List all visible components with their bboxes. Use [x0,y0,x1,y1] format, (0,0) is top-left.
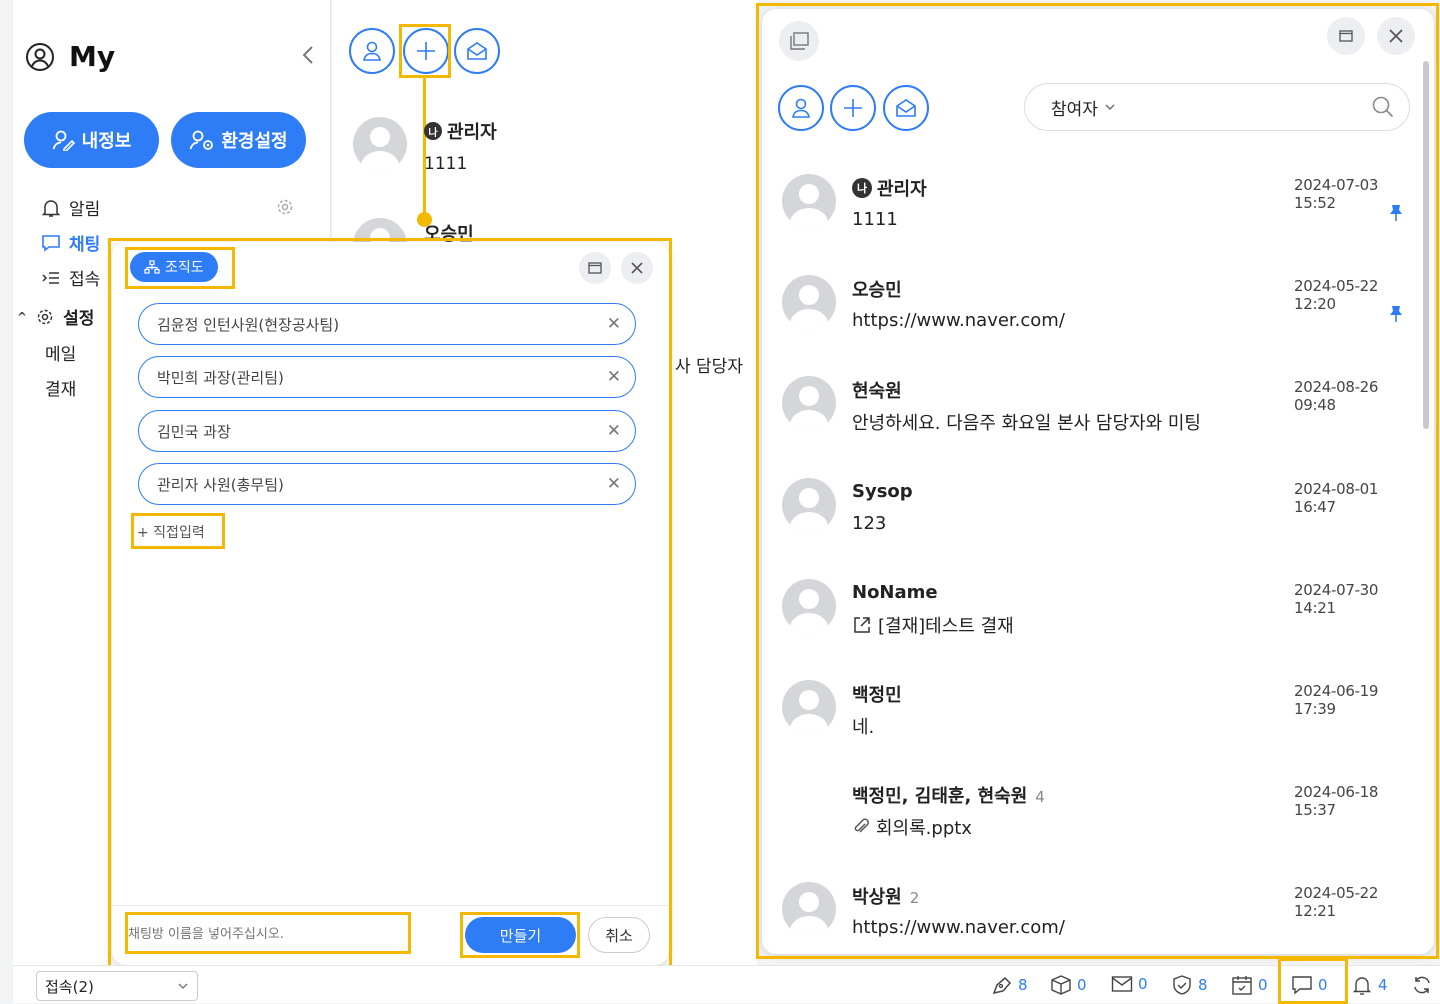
sidebar-title: My [69,40,116,73]
sidebar-item-approval[interactable]: 결재 [45,375,76,400]
profile-button[interactable]: 내정보 [24,112,159,168]
connection-select-label: 접속(2) [45,977,94,996]
dialog-highlight-box [108,238,672,969]
counter-value: 0 [1077,976,1087,994]
gear-icon[interactable] [275,197,295,217]
envelope-open-icon [466,40,488,62]
avatar [353,117,407,171]
mail-icon [1111,975,1133,993]
calendar-check-icon [1231,975,1253,995]
profile-button-label: 내정보 [81,131,132,152]
person-icon [361,40,383,62]
chat-name: 관리자 [447,122,497,143]
sidebar-item-label: 접속 [69,270,101,290]
refresh-icon[interactable] [1411,975,1433,995]
shield-counter[interactable]: 8 [1171,975,1208,995]
counter-value: 8 [1198,976,1208,994]
bell-icon [41,198,61,218]
sidebar-item-alarm[interactable]: 알림 [41,195,100,220]
pen-counter[interactable]: 8 [991,975,1028,995]
chat-bubble-icon [41,233,61,253]
user-gear-icon [189,129,215,151]
preferences-button[interactable]: 환경설정 [171,112,306,168]
chevron-down-icon [177,982,189,990]
counter-value: 0 [1138,975,1148,993]
sidebar-item-settings[interactable]: ^ 설정 [17,304,94,329]
pen-nib-icon [991,975,1013,995]
sidebar-item-chat[interactable]: 채팅 [41,230,100,255]
bell-counter[interactable]: 4 [1351,975,1388,995]
sidebar-item-label: 결재 [45,380,77,400]
calendar-counter[interactable]: 0 [1231,975,1268,995]
window-highlight-box [756,3,1439,959]
collapse-chevron-icon[interactable] [301,44,315,66]
chat-preview: 1111 [424,154,468,174]
sidebar-item-access[interactable]: 접속 [41,265,100,290]
user-edit-icon [52,129,76,151]
shield-check-icon [1171,975,1193,995]
plus-highlight-box [399,24,451,78]
counter-value: 4 [1378,976,1388,994]
sidebar-item-label: 메일 [45,345,77,365]
settings-gear-icon [35,307,55,327]
counter-value: 8 [1018,976,1028,994]
sidebar-item-mail[interactable]: 메일 [45,340,76,365]
new-chat-mail-button[interactable] [454,28,500,74]
box-counter[interactable]: 0 [1050,975,1087,995]
chat-preview-partial: 사 담당자 [675,357,743,377]
new-chat-person-button[interactable] [349,28,395,74]
caret-up-icon: ^ [17,309,28,324]
mail-counter[interactable]: 0 [1111,975,1148,993]
preferences-button-label: 환경설정 [221,131,288,152]
connection-select[interactable]: 접속(2) [36,971,198,1001]
chat-counter-highlight-box [1278,958,1348,1004]
sidebar-item-label: 설정 [63,309,95,329]
bell-icon [1351,975,1373,995]
status-bar: 접속(2) 8 0 0 8 0 0 4 [13,958,1440,1004]
list-item[interactable]: 나 관리자 1111 [424,118,497,174]
cube-icon [1050,975,1072,995]
sidebar-item-label: 채팅 [69,235,101,255]
counter-value: 0 [1258,976,1268,994]
user-circle-icon [25,42,55,72]
sidebar-item-label: 알림 [69,200,101,220]
me-badge: 나 [424,122,442,140]
list-indent-icon [41,268,61,288]
sidebar-header: My [25,40,115,73]
